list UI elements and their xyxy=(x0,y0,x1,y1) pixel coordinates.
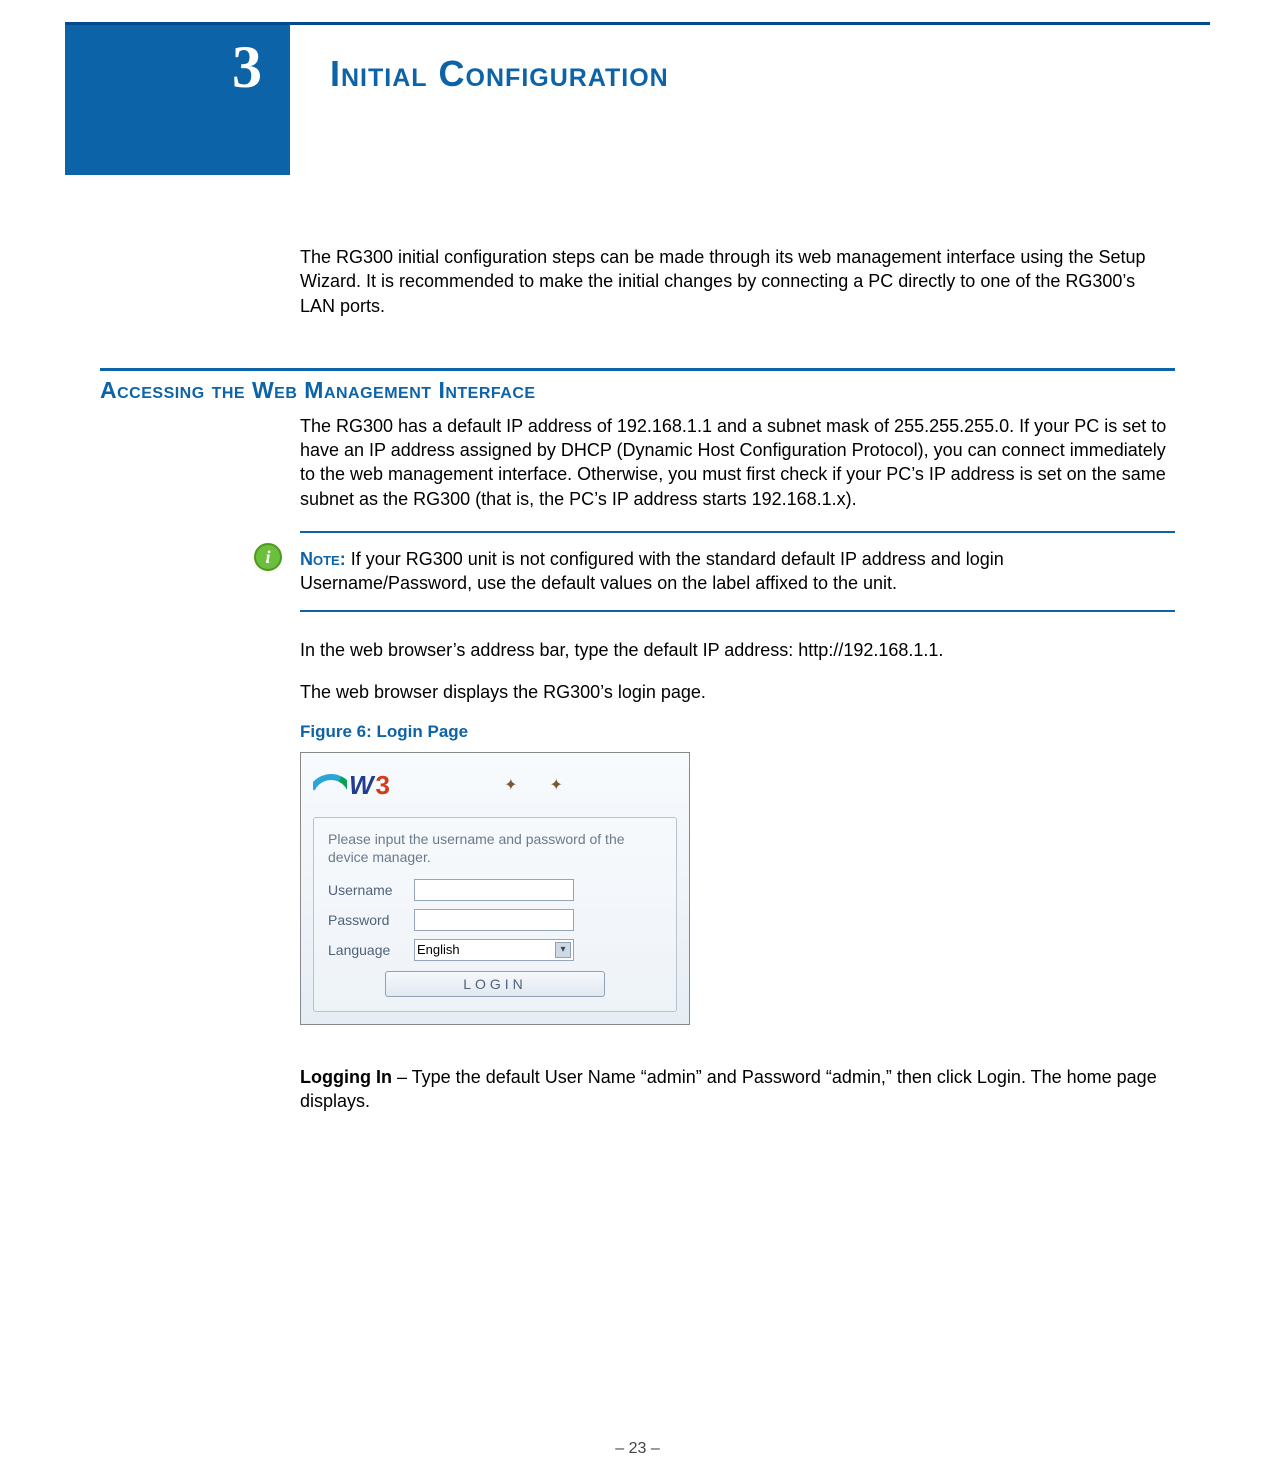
password-field[interactable] xyxy=(414,909,574,931)
intro-paragraph: The RG300 initial configuration steps ca… xyxy=(300,245,1175,318)
password-label: Password xyxy=(328,912,414,928)
figure-caption: Figure 6: Login Page xyxy=(300,722,1175,742)
logging-in-paragraph: Logging In – Type the default User Name … xyxy=(300,1065,1175,1114)
info-icon: i xyxy=(254,543,282,571)
logging-in-label: Logging In xyxy=(300,1067,392,1087)
language-select[interactable]: English ▾ xyxy=(414,939,574,961)
note-box: i Note: If your RG300 unit is not config… xyxy=(300,531,1175,612)
login-page-screenshot: W 3 ✦ ✦ Please input the username and pa… xyxy=(300,752,690,1024)
after-note-paragraph-1: In the web browser’s address bar, type t… xyxy=(300,638,1175,662)
login-prompt: Please input the username and password o… xyxy=(328,830,662,866)
page-number: – 23 – xyxy=(0,1440,1275,1458)
login-row-password: Password xyxy=(328,909,662,931)
note-body: If your RG300 unit is not configured wit… xyxy=(300,549,1004,593)
decorative-marks: ✦ ✦ xyxy=(390,775,677,795)
note-text: Note: If your RG300 unit is not configur… xyxy=(300,547,1175,596)
awb-logo: W 3 xyxy=(313,770,390,801)
section-rule xyxy=(100,368,1175,371)
chapter-title: Initial Configuration xyxy=(330,53,669,95)
username-label: Username xyxy=(328,882,414,898)
chevron-down-icon: ▾ xyxy=(555,942,571,958)
login-row-language: Language English ▾ xyxy=(328,939,662,961)
username-field[interactable] xyxy=(414,879,574,901)
chapter-number-box: 3 xyxy=(65,25,290,175)
logo-letter-3: 3 xyxy=(376,770,390,801)
chapter-title-wrap: Initial Configuration xyxy=(290,25,1210,175)
section-heading: Accessing the Web Management Interface xyxy=(100,377,1175,404)
logging-in-text: – Type the default User Name “admin” and… xyxy=(300,1067,1157,1111)
login-button-row: LOGIN xyxy=(328,971,662,997)
chapter-number: 3 xyxy=(232,33,262,102)
login-form-box: Please input the username and password o… xyxy=(313,817,677,1011)
chapter-header: 3 Initial Configuration xyxy=(65,25,1210,175)
logo-letter-w: W xyxy=(349,770,374,801)
after-note-paragraph-2: The web browser displays the RG300’s log… xyxy=(300,680,1175,704)
language-selected-value: English xyxy=(417,942,460,957)
login-row-username: Username xyxy=(328,879,662,901)
fly-icon: ✦ xyxy=(504,775,517,795)
language-label: Language xyxy=(328,942,414,958)
logo-swoop-icon xyxy=(313,770,347,800)
login-button[interactable]: LOGIN xyxy=(385,971,605,997)
login-logo-row: W 3 ✦ ✦ xyxy=(313,763,677,807)
fly-icon: ✦ xyxy=(550,775,563,795)
section-paragraph: The RG300 has a default IP address of 19… xyxy=(300,414,1175,511)
note-label: Note: xyxy=(300,549,346,569)
